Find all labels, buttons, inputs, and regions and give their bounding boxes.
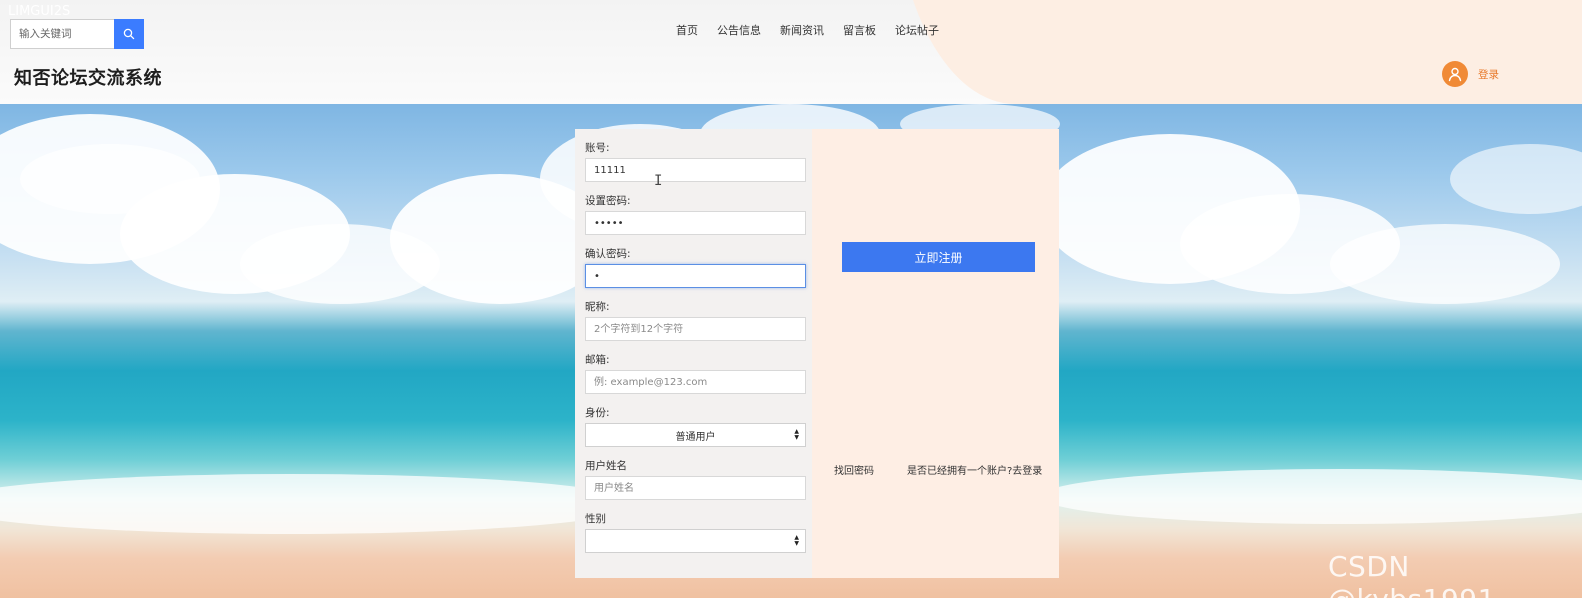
select-arrows-icon: ▲ ▼ xyxy=(794,534,799,547)
select-arrows-icon: ▲ ▼ xyxy=(794,428,799,441)
watermark: CSDN @kybs1991 xyxy=(1328,550,1496,616)
real-name-label: 用户姓名 xyxy=(585,460,627,472)
nav-news[interactable]: 新闻资讯 xyxy=(780,22,824,38)
forgot-password-link[interactable]: 找回密码 xyxy=(834,462,874,477)
search-box xyxy=(10,19,144,49)
register-button[interactable]: 立即注册 xyxy=(842,242,1035,272)
nav-message-board[interactable]: 留言板 xyxy=(843,22,876,38)
account-input[interactable] xyxy=(585,158,806,182)
identity-label: 身份: xyxy=(585,407,610,419)
register-side-panel: 立即注册 找回密码 是否已经拥有一个账户?去登录 xyxy=(812,129,1059,578)
nav-announcements[interactable]: 公告信息 xyxy=(717,22,761,38)
password-input[interactable] xyxy=(585,211,806,235)
cloud xyxy=(20,144,200,214)
user-icon xyxy=(1447,66,1463,82)
register-form: 账号: 设置密码: 确认密码: 昵称: 邮箱: 身份: 普通用户 ▲▼ 用户姓名… xyxy=(575,129,812,578)
header-caption: LIMGUI2S xyxy=(8,4,71,19)
search-icon xyxy=(123,28,135,40)
surf-foam xyxy=(0,474,640,534)
header-decoration xyxy=(895,0,1582,104)
cloud xyxy=(1330,224,1560,304)
cloud xyxy=(1450,144,1582,214)
search-button[interactable] xyxy=(114,19,144,49)
main-nav: 首页 公告信息 新闻资讯 留言板 论坛帖子 xyxy=(676,22,958,38)
confirm-password-label: 确认密码: xyxy=(585,248,631,260)
text-cursor-icon: I xyxy=(654,173,663,189)
identity-selected: 普通用户 xyxy=(675,431,716,443)
nickname-input[interactable] xyxy=(585,317,806,341)
nav-home[interactable]: 首页 xyxy=(676,22,698,38)
gender-select[interactable]: ▲ ▼ xyxy=(585,529,806,553)
login-link[interactable]: 登录 xyxy=(1478,67,1499,82)
gender-label: 性别 xyxy=(585,513,606,525)
avatar[interactable] xyxy=(1442,61,1468,87)
nav-forum-posts[interactable]: 论坛帖子 xyxy=(895,22,939,38)
account-label: 账号: xyxy=(585,142,610,154)
user-area: 登录 xyxy=(1442,61,1499,87)
search-input[interactable] xyxy=(10,19,114,49)
top-header: LIMGUI2S 首页 公告信息 新闻资讯 留言板 论坛帖子 知否论坛交流系统 xyxy=(0,0,1582,104)
surf-foam xyxy=(1040,469,1582,524)
nickname-label: 昵称: xyxy=(585,301,610,313)
password-label: 设置密码: xyxy=(585,195,631,207)
real-name-input[interactable] xyxy=(585,476,806,500)
go-login-link[interactable]: 是否已经拥有一个账户?去登录 xyxy=(907,462,1042,477)
confirm-password-input[interactable] xyxy=(585,264,806,288)
site-title: 知否论坛交流系统 xyxy=(14,68,162,89)
email-label: 邮箱: xyxy=(585,354,610,366)
email-input[interactable] xyxy=(585,370,806,394)
identity-select[interactable]: 普通用户 ▲ ▼ xyxy=(585,423,806,447)
